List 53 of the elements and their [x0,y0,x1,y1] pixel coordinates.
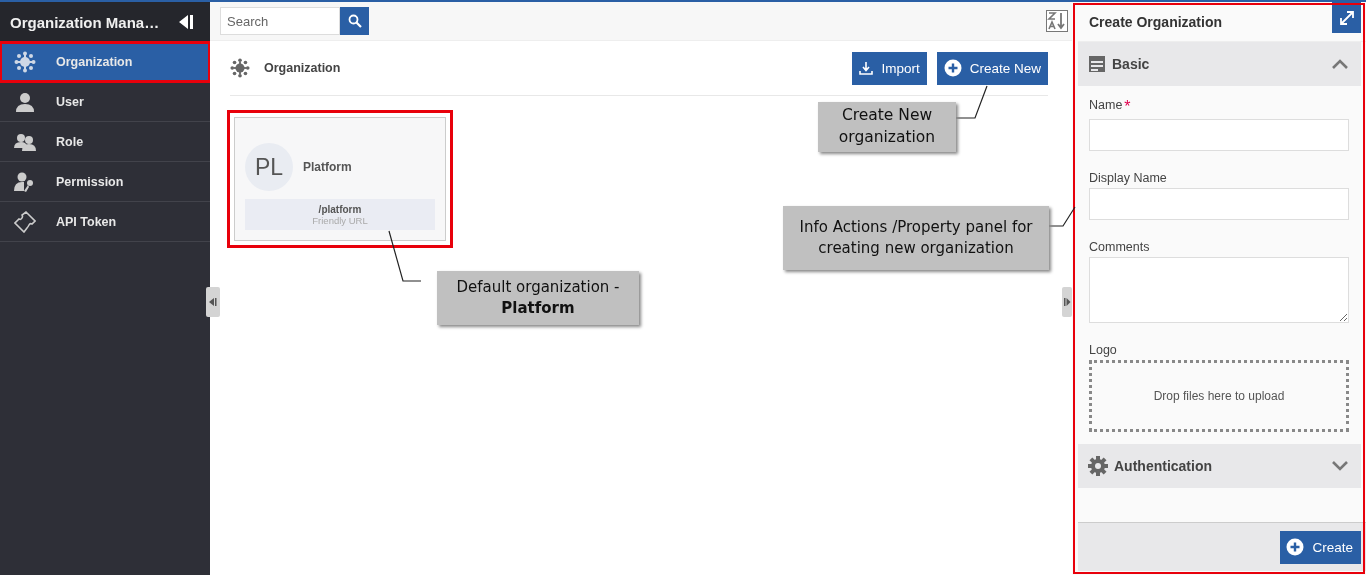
section-header[interactable]: Authentication [1078,444,1361,488]
import-button[interactable]: Import [852,51,927,85]
input-field[interactable] [1089,119,1349,151]
dropzone[interactable]: Drop files here to upload [1089,360,1349,432]
search-button[interactable] [340,7,369,35]
input-field[interactable] [1089,188,1349,220]
section-header[interactable]: Basic [1078,42,1361,86]
textarea-field[interactable] [1089,257,1349,323]
plus-icon [1286,538,1305,556]
chevron-up-icon [1331,58,1349,70]
friendly-url: /platform [318,203,362,215]
app-title: Organization Mana… [10,13,160,31]
sidebar-item[interactable]: Role [0,122,210,162]
sidebar-item[interactable]: Organization [0,42,210,82]
plus-icon [943,59,962,77]
sort-icon[interactable] [1046,10,1068,32]
sidebar-item[interactable]: User [0,82,210,122]
ticket-icon [14,210,36,233]
callout: Info Actions /Property panel for creating new organization [783,206,1049,270]
create-button[interactable]: Create [1280,530,1361,564]
field-label: Display Name [1089,171,1167,185]
required-mark: * [1124,98,1131,116]
expand-icon [1338,9,1355,26]
collapse-icon[interactable] [178,14,194,30]
field-label: Name [1089,98,1123,112]
callout: Default organization - Platform [437,271,639,325]
url-label: Friendly URL [312,214,368,226]
gear-icon [14,50,36,73]
expand-button[interactable] [1332,2,1361,33]
avatar: PL [245,143,293,191]
page-title: Organization [264,61,341,75]
user-icon [14,90,36,113]
chevron-down-icon [1331,460,1349,472]
sidebar-item[interactable]: Permission [0,162,210,202]
leader-line [954,85,988,119]
collapse-handle[interactable] [206,287,220,317]
leader-line [1048,206,1076,227]
callout: Create New organization [818,102,956,152]
field-label: Logo [1089,343,1117,357]
organization-card[interactable]: PL Platform /platform Friendly URL [234,117,446,241]
field-label: Comments [1089,240,1150,254]
expand-handle[interactable] [1062,287,1072,317]
create-button[interactable]: Create New [936,51,1048,85]
form-icon [1088,55,1106,73]
organization-name: Platform [303,160,352,174]
panel-title: Create Organization [1089,13,1223,30]
leader-line [388,230,422,282]
gear-icon [230,58,250,78]
settings-icon [1088,456,1108,476]
search-field[interactable]: Search [220,7,340,35]
user-key-icon [14,170,36,193]
search-icon [347,14,362,28]
download-icon [859,61,874,75]
